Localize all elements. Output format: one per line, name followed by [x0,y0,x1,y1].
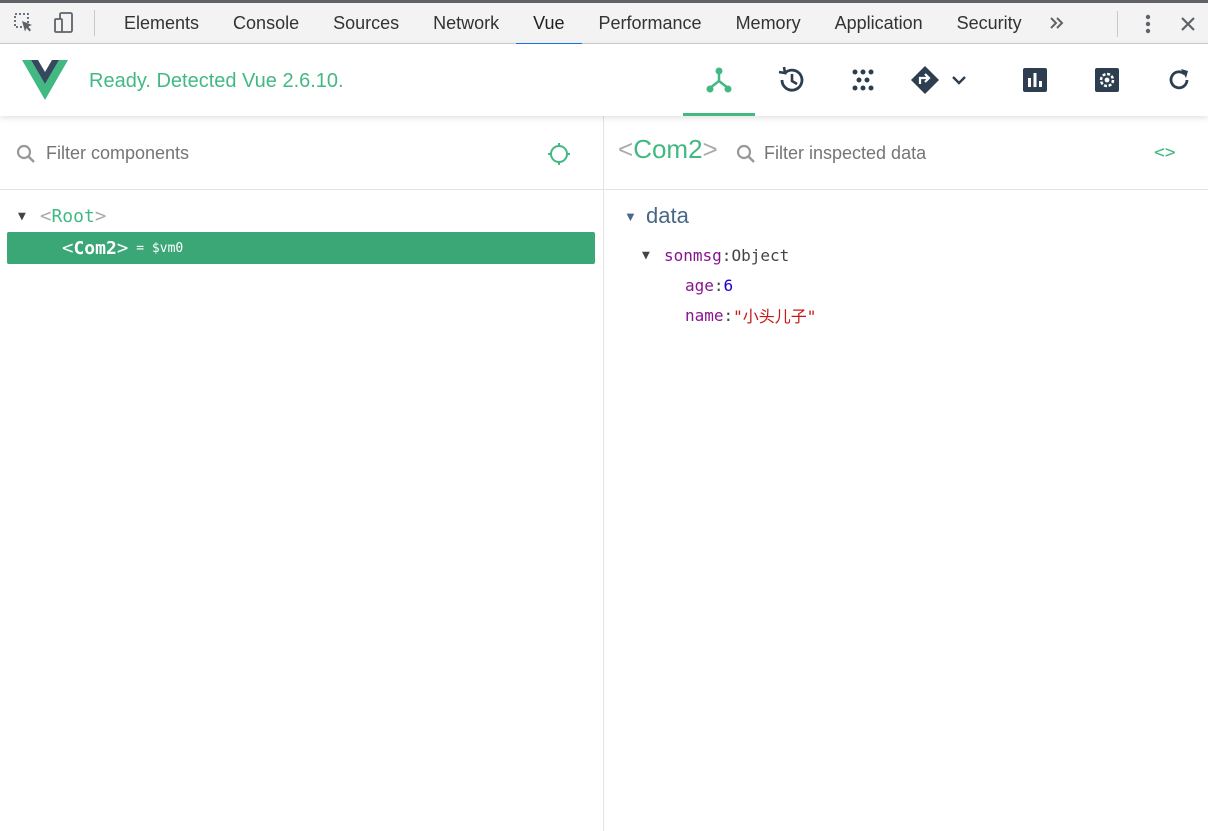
select-component-icon[interactable] [547,142,571,166]
expand-arrow-icon[interactable]: ▼ [624,209,646,224]
inspector-filter-bar: <Com2> <> [604,116,1208,190]
tab-application[interactable]: Application [818,3,940,44]
data-row-sonmsg[interactable]: ▼ sonmsg: Object [624,240,816,270]
events-icon [852,69,874,91]
tag-close-bracket: > [94,205,107,227]
component-name: Root [51,206,95,227]
data-row-age[interactable]: age: 6 [624,270,816,300]
inspector-pane: <Com2> <> ▼ data ▼ sonmsg: Object age: 6… [604,116,1208,831]
tag-open-bracket: < [62,237,74,259]
tab-console[interactable]: Console [216,3,316,44]
section-header-data[interactable]: ▼ data [624,202,816,230]
tab-performance[interactable]: Performance [582,3,719,44]
routing-icon [911,66,939,94]
data-row-name[interactable]: name: "小头儿子" [624,300,816,330]
more-tabs-icon[interactable] [1039,3,1075,44]
vue-devtools-header: Ready. Detected Vue 2.6.10. [0,44,1208,116]
vuex-tab[interactable] [755,44,827,116]
expand-arrow-icon[interactable]: ▼ [18,209,34,224]
refresh-button[interactable] [1143,44,1208,116]
vue-status-text: Ready. Detected Vue 2.6.10. [89,70,344,92]
inspected-component-title: <Com2> [618,134,718,165]
toolbar-separator [94,10,95,36]
performance-icon [1023,68,1047,92]
tree-item-com2[interactable]: < Com2 > = $vm0 [7,232,595,264]
filter-components-input[interactable] [46,140,466,166]
components-filter-bar [0,116,603,190]
settings-icon [1095,68,1119,92]
component-name: Com2 [633,134,703,164]
routing-tab[interactable] [899,44,979,116]
performance-tab[interactable] [999,44,1071,116]
code-toggle-icon[interactable]: <> [1154,142,1178,166]
vue-logo-icon [22,60,68,100]
data-section: ▼ data ▼ sonmsg: Object age: 6 name: "小头… [624,202,816,330]
data-key: age [685,275,714,295]
data-type: Object [731,245,790,265]
tab-sources[interactable]: Sources [316,3,416,44]
refresh-icon [1169,69,1189,90]
tag-open-bracket: < [618,134,634,164]
tree-item-root[interactable]: ▼ <Root> [0,200,603,232]
expand-arrow-icon[interactable]: ▼ [642,248,664,263]
tag-open-bracket: < [40,205,52,227]
data-value[interactable]: 6 [724,276,734,295]
tab-network[interactable]: Network [416,3,516,44]
toolbar-separator [1117,10,1118,37]
settings-tab[interactable] [1071,44,1143,116]
search-icon [736,144,755,163]
tab-elements[interactable]: Elements [107,3,216,44]
device-toolbar-icon[interactable] [44,3,84,43]
components-icon [706,67,732,93]
vm-reference: = $vm0 [136,240,184,256]
tag-close-bracket: > [702,134,718,164]
data-key: sonmsg [664,245,722,265]
chevron-down-icon [952,76,966,85]
inspect-element-icon[interactable] [4,3,44,43]
events-tab[interactable] [827,44,899,116]
tab-memory[interactable]: Memory [719,3,818,44]
data-value[interactable]: "小头儿子" [733,303,816,327]
components-tab[interactable] [683,44,755,116]
devtools-tab-bar: Elements Console Sources Network Vue Per… [0,0,1208,45]
tab-vue[interactable]: Vue [516,3,582,45]
vuex-history-icon [778,66,804,92]
component-name: Com2 [73,237,117,259]
kebab-menu-icon[interactable] [1128,4,1168,44]
component-tree: ▼ <Root> < Com2 > = $vm0 [0,200,603,264]
components-pane: ▼ <Root> <Com2> = $vm0 [0,116,603,831]
section-title: data [646,203,689,228]
tab-security[interactable]: Security [940,3,1039,44]
tag-close-bracket: > [116,237,129,259]
data-key: name [685,305,724,325]
filter-inspected-data-input[interactable] [764,140,1124,166]
search-icon [16,144,35,163]
close-icon[interactable] [1168,4,1208,44]
